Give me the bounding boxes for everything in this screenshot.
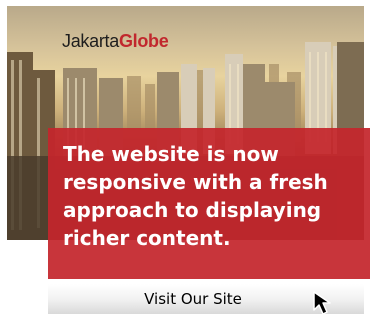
logo-text-jakarta: Jakarta: [62, 31, 119, 51]
jakarta-globe-logo[interactable]: JakartaGlobe: [62, 30, 169, 52]
mouse-pointer-icon: [313, 291, 331, 315]
visit-site-label: Visit Our Site: [144, 290, 242, 308]
banner-ad[interactable]: JakartaGlobe The website is now responsi…: [0, 0, 371, 316]
logo-text-globe: Globe: [118, 31, 169, 51]
promo-message: The website is now responsive with a fre…: [63, 142, 328, 250]
